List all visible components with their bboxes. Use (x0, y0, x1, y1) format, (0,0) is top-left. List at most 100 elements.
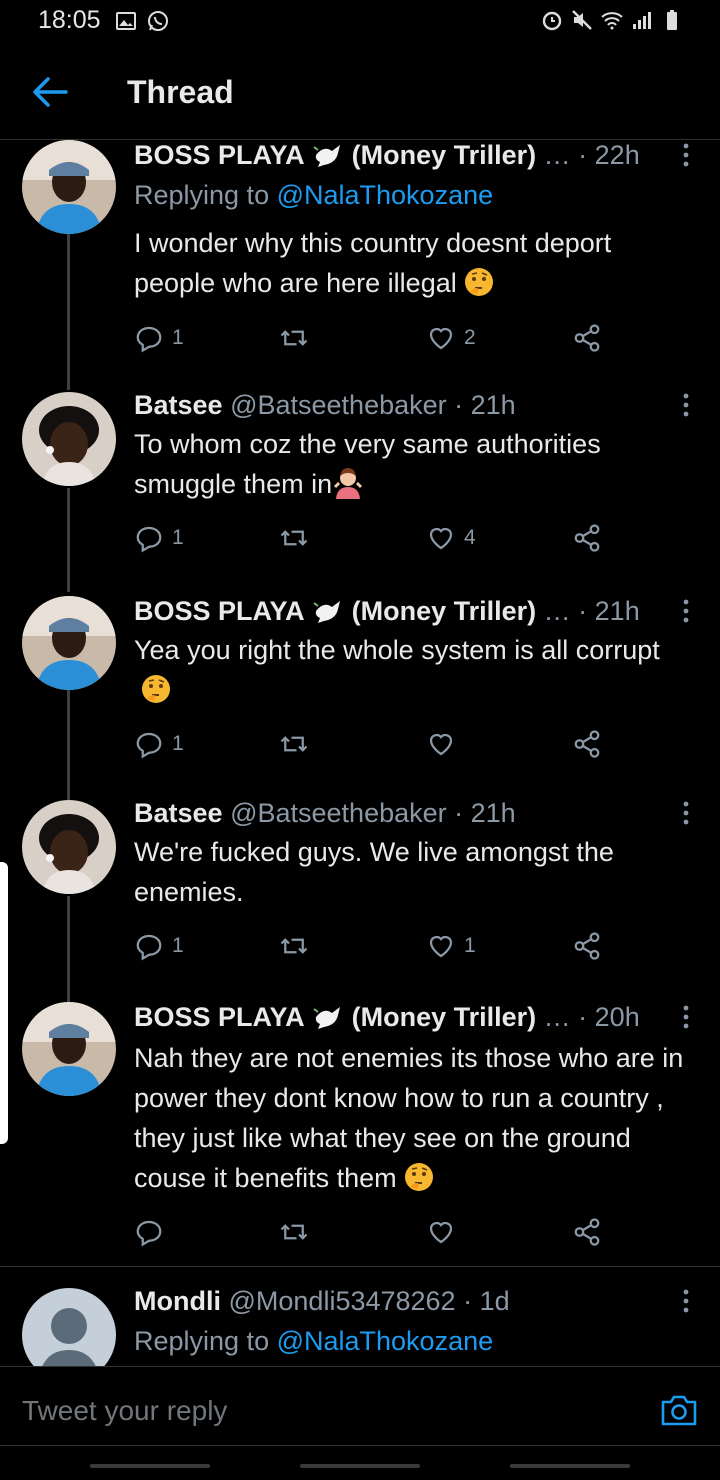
retweet-icon (280, 938, 308, 954)
retweet-button[interactable] (279, 518, 317, 558)
more-options-icon[interactable] (682, 598, 690, 624)
retweet-button[interactable] (279, 926, 317, 966)
tweet-text: To whom coz the very same authorities sm… (134, 429, 601, 499)
retweet-icon (280, 1224, 308, 1240)
more-options-icon[interactable] (682, 142, 690, 168)
tweet-text: Yea you right the whole system is all co… (134, 630, 694, 710)
like-button[interactable]: 2 (426, 318, 476, 358)
share-icon (574, 932, 600, 960)
reply-icon (136, 326, 162, 353)
reply-count: 1 (172, 526, 184, 549)
reply-count: 1 (172, 326, 184, 349)
avatar[interactable] (22, 800, 116, 894)
tweet-handle: … (543, 140, 571, 170)
more-options-icon[interactable] (682, 392, 690, 418)
divider (0, 1266, 720, 1267)
share-button[interactable] (572, 318, 602, 358)
back-arrow-icon[interactable] (30, 74, 70, 110)
tweet-handle: … (543, 596, 571, 626)
retweet-button[interactable] (279, 724, 317, 764)
avatar[interactable] (22, 1002, 116, 1096)
share-icon (574, 730, 600, 758)
retweet-button[interactable] (279, 318, 317, 358)
retweet-icon (280, 330, 308, 346)
share-icon (574, 324, 600, 352)
avatar[interactable] (22, 140, 116, 234)
tweet-author-name[interactable]: Batsee (134, 798, 223, 828)
tweet[interactable]: BOSS PLAYA (Money Triller) … · 20h Nah t… (0, 1002, 720, 1262)
reply-button[interactable]: 1 (134, 318, 184, 358)
nav-recent-button[interactable] (90, 1464, 210, 1468)
heart-icon (429, 527, 453, 550)
tweet-time: · 22h (578, 140, 640, 170)
tweet-time: · 1d (463, 1286, 510, 1316)
gallery-icon (116, 12, 136, 30)
tweet-handle[interactable]: @Batseethebaker (230, 798, 447, 828)
tweet-author-name[interactable]: BOSS PLAYA (134, 1002, 305, 1032)
reply-icon (136, 732, 162, 759)
share-icon (574, 524, 600, 552)
dove-icon (313, 1007, 341, 1029)
tweet-author-name[interactable]: BOSS PLAYA (134, 140, 305, 170)
share-button[interactable] (572, 518, 602, 558)
like-button[interactable] (426, 1212, 464, 1252)
battery-icon (667, 10, 677, 30)
avatar[interactable] (22, 1288, 116, 1366)
like-count: 4 (464, 526, 476, 549)
reply-icon (136, 1220, 162, 1247)
replying-to: Replying to @NalaThokozane (134, 180, 494, 210)
avatar[interactable] (22, 392, 116, 486)
nav-back-button[interactable] (510, 1464, 630, 1468)
tweet[interactable]: BOSS PLAYA (Money Triller) … · 21h Yea y… (0, 596, 720, 786)
mute-icon (572, 10, 592, 30)
share-icon (574, 1218, 600, 1246)
tweet[interactable]: BOSS PLAYA (Money Triller) … · 22h Reply… (0, 140, 720, 380)
tweet-handle[interactable]: @Batseethebaker (230, 390, 447, 420)
tweet-handle[interactable]: @Mondli53478262 (229, 1286, 456, 1316)
camera-icon[interactable] (660, 1393, 698, 1427)
reply-input[interactable]: Tweet your reply (22, 1395, 227, 1427)
retweet-button[interactable] (279, 1212, 317, 1252)
tweet-author-name[interactable]: Mondli (134, 1286, 221, 1316)
thinking-face-emoji (404, 1163, 433, 1191)
heart-icon (429, 1221, 453, 1244)
mention-link[interactable]: @NalaThokozane (277, 180, 494, 210)
tweet[interactable]: Batsee @Batseethebaker · 21h We're fucke… (0, 798, 720, 988)
tweet-text: We're fucked guys. We live amongst the e… (134, 837, 614, 907)
thinking-face-emoji (142, 675, 170, 703)
retweet-icon (280, 530, 308, 546)
avatar[interactable] (22, 596, 116, 690)
status-bar: 18:05 (0, 0, 720, 44)
heart-icon (429, 327, 453, 350)
dove-icon (313, 145, 341, 167)
more-options-icon[interactable] (682, 1004, 690, 1030)
edge-panel-handle[interactable] (0, 862, 8, 1144)
share-button[interactable] (572, 724, 602, 764)
tweet[interactable]: Batsee @Batseethebaker · 21h To whom coz… (0, 390, 720, 580)
tweet-author-name[interactable]: Batsee (134, 390, 223, 420)
reply-count: 1 (172, 934, 184, 957)
like-button[interactable]: 1 (426, 926, 476, 966)
heart-icon (429, 935, 453, 958)
reply-button[interactable] (134, 1212, 172, 1252)
tweet[interactable]: Mondli @Mondli53478262 · 1d Replying to … (0, 1286, 720, 1366)
reply-button[interactable]: 1 (134, 518, 184, 558)
tweet-author-name[interactable]: BOSS PLAYA (134, 596, 305, 626)
tweet-time: · 21h (578, 596, 640, 626)
like-button[interactable]: 4 (426, 518, 476, 558)
more-options-icon[interactable] (682, 1288, 690, 1314)
tweet-text: I wonder why this country doesnt deport … (134, 228, 612, 298)
replying-to: Replying to @NalaThokozane (134, 1326, 494, 1356)
reply-composer[interactable]: Tweet your reply (0, 1366, 720, 1446)
share-button[interactable] (572, 926, 602, 966)
reply-button[interactable]: 1 (134, 724, 184, 764)
mention-link[interactable]: @NalaThokozane (277, 1326, 494, 1356)
system-nav-bar (0, 1446, 720, 1480)
nav-home-button[interactable] (300, 1464, 420, 1468)
share-button[interactable] (572, 1212, 602, 1252)
whatsapp-icon (148, 11, 168, 31)
thread-header: Thread (0, 44, 720, 140)
more-options-icon[interactable] (682, 800, 690, 826)
like-button[interactable] (426, 724, 464, 764)
reply-button[interactable]: 1 (134, 926, 184, 966)
